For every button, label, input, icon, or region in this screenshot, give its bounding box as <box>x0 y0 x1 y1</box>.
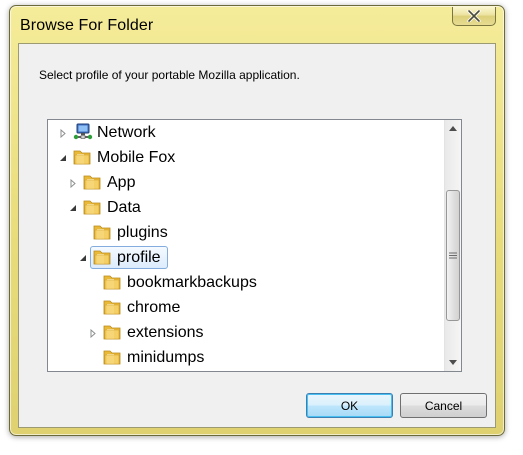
tree-item-bookmarkbackups[interactable]: bookmarkbackups <box>48 270 461 295</box>
tree-item-label: profile <box>117 249 161 266</box>
scroll-up-icon <box>449 126 457 131</box>
dialog-prompt: Select profile of your portable Mozilla … <box>39 68 300 82</box>
expand-arrow-icon[interactable] <box>68 178 78 188</box>
tree-item-label: plugins <box>117 224 168 241</box>
folder-icon <box>92 223 112 241</box>
tree-item-label: chrome <box>127 299 181 316</box>
folder-tree[interactable]: Network Mobile Fox App Data plugins prof… <box>47 119 462 372</box>
tree-item-label: Mobile Fox <box>97 149 176 166</box>
tree-item-label: Data <box>107 199 141 216</box>
collapse-arrow-icon[interactable] <box>58 153 68 163</box>
ok-button[interactable]: OK <box>306 393 393 418</box>
folder-icon <box>82 198 102 216</box>
tree-item-plugins[interactable]: plugins <box>48 220 461 245</box>
folder-icon <box>82 173 102 191</box>
close-button[interactable] <box>452 7 496 26</box>
expand-arrow-icon[interactable] <box>88 328 98 338</box>
network-icon <box>72 123 93 141</box>
scroll-down-button[interactable] <box>445 354 461 371</box>
folder-icon <box>102 273 122 291</box>
tree-item-minidumps[interactable]: minidumps <box>48 345 461 370</box>
tree-item-label: Network <box>97 124 156 141</box>
collapse-arrow-icon[interactable] <box>68 203 78 213</box>
folder-icon <box>102 348 122 366</box>
tree-item-profile[interactable]: profile <box>48 245 461 270</box>
vertical-scrollbar[interactable] <box>444 120 461 371</box>
tree-item-app[interactable]: App <box>48 170 461 195</box>
dialog-window: Browse For Folder Select profile of your… <box>9 5 505 436</box>
folder-icon <box>102 298 122 316</box>
folder-icon <box>102 323 122 341</box>
collapse-arrow-icon[interactable] <box>78 253 88 263</box>
tree-item-mobile-fox[interactable]: Mobile Fox <box>48 145 461 170</box>
tree-item-chrome[interactable]: chrome <box>48 295 461 320</box>
window-title: Browse For Folder <box>20 17 154 34</box>
grip-icon <box>449 252 457 259</box>
scroll-up-button[interactable] <box>445 120 461 137</box>
tree-item-label: minidumps <box>127 349 205 366</box>
folder-icon <box>92 248 112 266</box>
tree-item-extensions[interactable]: extensions <box>48 320 461 345</box>
tree-item-data[interactable]: Data <box>48 195 461 220</box>
cancel-button[interactable]: Cancel <box>400 393 487 418</box>
scroll-down-icon <box>449 360 457 365</box>
folder-icon <box>72 148 92 166</box>
close-icon <box>467 10 481 22</box>
tree-item-label: bookmarkbackups <box>127 274 257 291</box>
scrollbar-thumb[interactable] <box>446 190 460 321</box>
tree-item-network[interactable]: Network <box>48 120 461 145</box>
tree-item-label: App <box>107 174 136 191</box>
dialog-client-area: Select profile of your portable Mozilla … <box>18 43 496 428</box>
expand-arrow-icon[interactable] <box>58 128 68 138</box>
tree-item-label: extensions <box>127 324 204 341</box>
